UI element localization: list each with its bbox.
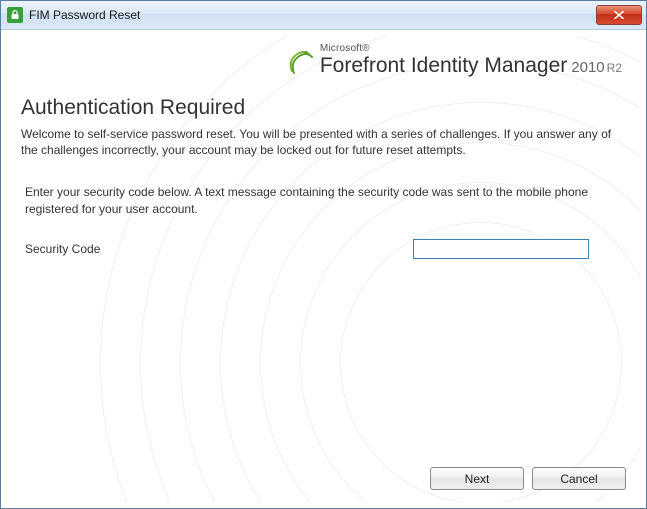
button-bar: Next Cancel	[430, 467, 626, 490]
security-code-row: Security Code	[25, 239, 626, 259]
brand-product: Forefront Identity Manager	[320, 54, 567, 77]
page-heading: Authentication Required	[21, 96, 626, 120]
security-code-label: Security Code	[25, 242, 413, 256]
instruction-text: Enter your security code below. A text m…	[25, 184, 615, 216]
client-area: Microsoft® Forefront Identity Manager201…	[1, 30, 646, 508]
brand-version-year: 2010	[571, 59, 604, 76]
content-area: Authentication Required Welcome to self-…	[21, 96, 626, 452]
lock-icon	[7, 7, 23, 23]
security-code-input[interactable]	[413, 239, 589, 259]
close-button[interactable]	[596, 5, 642, 25]
titlebar: FIM Password Reset	[1, 1, 646, 30]
brand-version-release: R2	[607, 61, 622, 75]
next-button[interactable]: Next	[430, 467, 524, 490]
cancel-button[interactable]: Cancel	[532, 467, 626, 490]
dialog-window: FIM Password Reset	[0, 0, 647, 509]
window-title: FIM Password Reset	[29, 8, 596, 22]
intro-text: Welcome to self-service password reset. …	[21, 126, 626, 158]
client-inner: Microsoft® Forefront Identity Manager201…	[7, 36, 640, 502]
branding: Microsoft® Forefront Identity Manager201…	[286, 44, 622, 77]
forefront-logo-icon	[286, 47, 314, 77]
forefront-logo: Microsoft® Forefront Identity Manager201…	[286, 44, 622, 77]
